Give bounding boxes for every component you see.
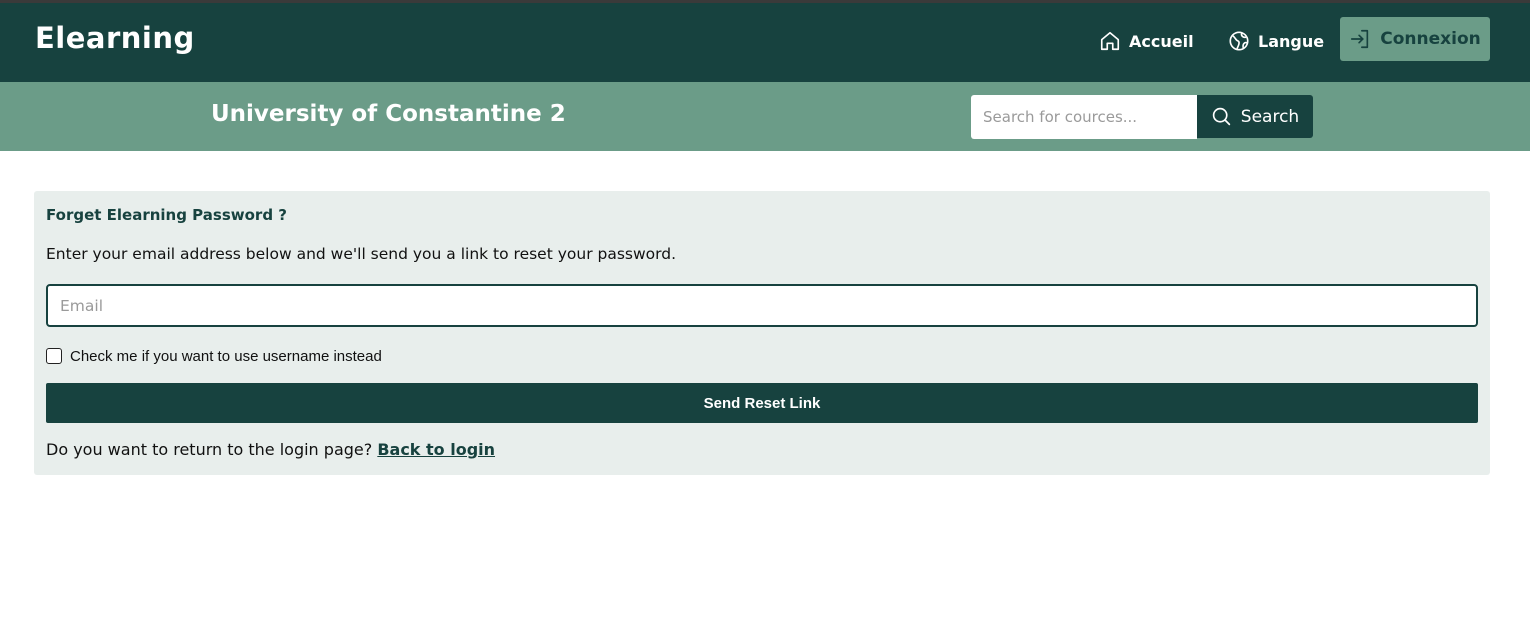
search-button-label: Search — [1240, 106, 1300, 127]
email-field[interactable] — [46, 284, 1478, 327]
university-title: University of Constantine 2 — [211, 101, 566, 127]
login-button[interactable]: Connexion — [1340, 17, 1490, 61]
login-label: Connexion — [1380, 29, 1481, 49]
home-icon — [1099, 30, 1121, 52]
reset-form-title: Forget Elearning Password ? — [46, 206, 287, 224]
back-to-login-link[interactable]: Back to login — [377, 440, 495, 459]
send-reset-link-button[interactable]: Send Reset Link — [46, 383, 1478, 423]
username-checkbox-label: Check me if you want to use username ins… — [70, 347, 382, 365]
login-arrow-icon — [1349, 28, 1371, 50]
nav-language-link[interactable]: Langue — [1228, 26, 1324, 56]
return-to-login-row: Do you want to return to the login page?… — [46, 440, 495, 459]
return-text: Do you want to return to the login page? — [46, 440, 378, 459]
username-checkbox[interactable] — [46, 348, 62, 364]
reset-password-card — [34, 191, 1490, 475]
nav-language-label: Langue — [1258, 31, 1325, 51]
username-checkbox-row[interactable]: Check me if you want to use username ins… — [46, 346, 382, 366]
search-button[interactable]: Search — [1197, 95, 1313, 138]
brand-logo[interactable]: Elearning — [35, 21, 195, 55]
nav-home-label: Accueil — [1129, 31, 1194, 51]
search-icon — [1211, 106, 1232, 127]
course-search-input[interactable] — [971, 95, 1197, 139]
nav-home-link[interactable]: Accueil — [1099, 26, 1194, 56]
reset-form-description: Enter your email address below and we'll… — [46, 245, 677, 263]
globe-icon — [1228, 30, 1250, 52]
